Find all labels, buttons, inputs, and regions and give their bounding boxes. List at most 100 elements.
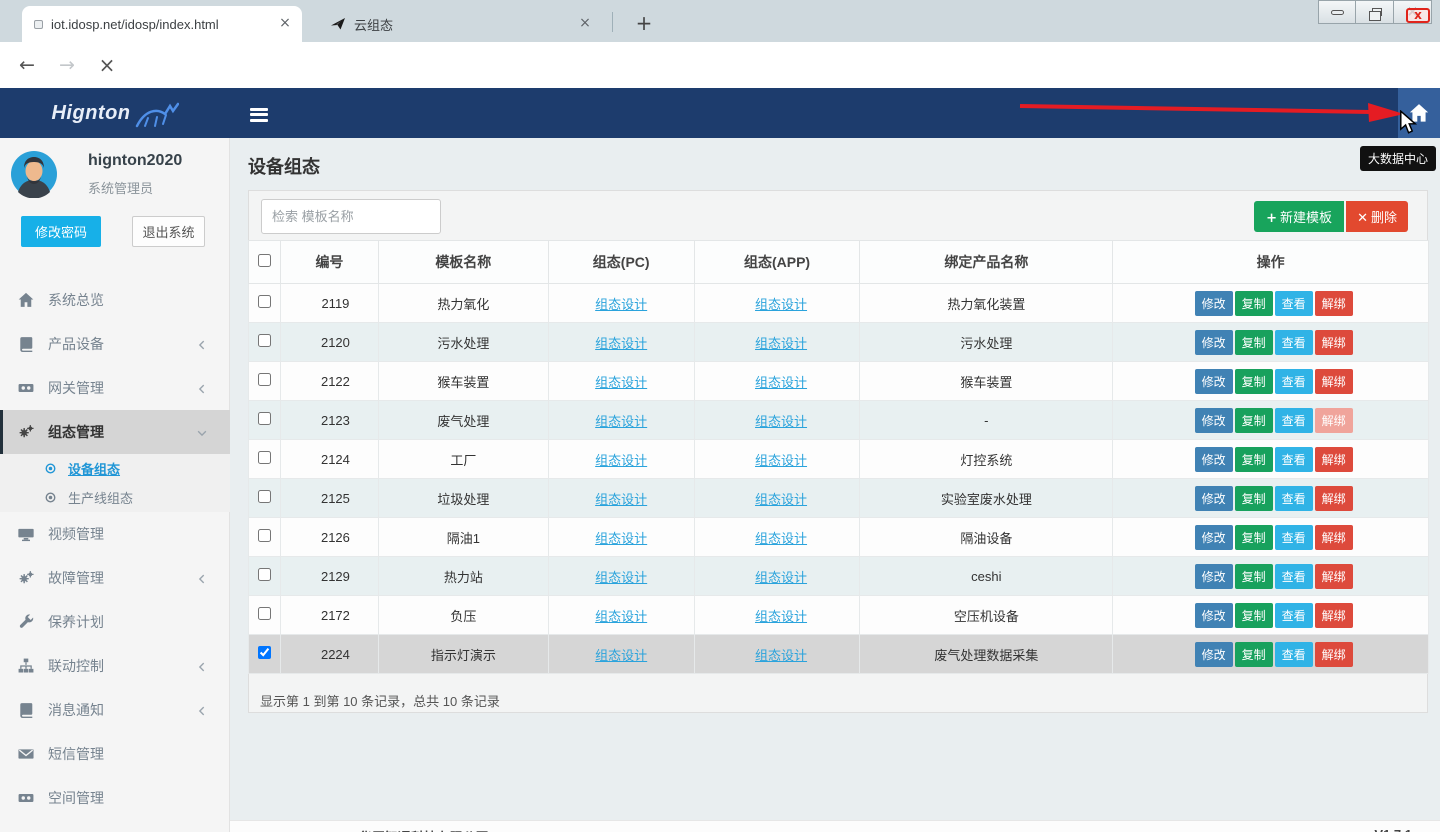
- row-checkbox[interactable]: [258, 295, 271, 308]
- copy-button[interactable]: 复制: [1235, 564, 1273, 589]
- copy-button[interactable]: 复制: [1235, 330, 1273, 355]
- pc-config-design-link[interactable]: 组态设计: [595, 609, 647, 624]
- row-checkbox[interactable]: [258, 529, 271, 542]
- app-config-design-link[interactable]: 组态设计: [755, 570, 807, 585]
- edit-button[interactable]: 修改: [1195, 408, 1233, 433]
- row-checkbox[interactable]: [258, 490, 271, 503]
- view-button[interactable]: 查看: [1275, 369, 1313, 394]
- row-checkbox[interactable]: [258, 568, 271, 581]
- sidebar-item-linkage[interactable]: 联动控制: [0, 644, 230, 688]
- row-checkbox[interactable]: [258, 412, 271, 425]
- stop-loading-button[interactable]: ×: [92, 50, 122, 80]
- view-button[interactable]: 查看: [1275, 291, 1313, 316]
- copy-button[interactable]: 复制: [1235, 603, 1273, 628]
- row-checkbox[interactable]: [258, 646, 271, 659]
- unbind-button[interactable]: 解绑: [1315, 642, 1353, 667]
- sidebar-item-maintenance[interactable]: 保养计划: [0, 600, 230, 644]
- view-button[interactable]: 查看: [1275, 525, 1313, 550]
- pc-config-design-link[interactable]: 组态设计: [595, 648, 647, 663]
- view-button[interactable]: 查看: [1275, 408, 1313, 433]
- unbind-button[interactable]: 解绑: [1315, 447, 1353, 472]
- copy-button[interactable]: 复制: [1235, 369, 1273, 394]
- edit-button[interactable]: 修改: [1195, 525, 1233, 550]
- row-checkbox[interactable]: [258, 373, 271, 386]
- app-config-design-link[interactable]: 组态设计: [755, 375, 807, 390]
- delete-button[interactable]: ✕删除: [1346, 201, 1408, 232]
- pc-config-design-link[interactable]: 组态设计: [595, 453, 647, 468]
- search-input[interactable]: [261, 199, 441, 234]
- copy-button[interactable]: 复制: [1235, 408, 1273, 433]
- edit-button[interactable]: 修改: [1195, 369, 1233, 394]
- pc-config-design-link[interactable]: 组态设计: [595, 570, 647, 585]
- browser-tab-inactive[interactable]: 云组态 ×: [318, 6, 602, 42]
- sidebar-item-overview[interactable]: 系统总览: [0, 278, 230, 322]
- pc-config-design-link[interactable]: 组态设计: [595, 531, 647, 546]
- unbind-button[interactable]: 解绑: [1315, 486, 1353, 511]
- sidebar-toggle-button[interactable]: [244, 102, 274, 124]
- copy-button[interactable]: 复制: [1235, 447, 1273, 472]
- sidebar-subitem-device-config[interactable]: 设备组态: [0, 454, 230, 483]
- copy-button[interactable]: 复制: [1235, 642, 1273, 667]
- copy-button[interactable]: 复制: [1235, 486, 1273, 511]
- app-config-design-link[interactable]: 组态设计: [755, 492, 807, 507]
- view-button[interactable]: 查看: [1275, 447, 1313, 472]
- tab-close-icon[interactable]: ×: [576, 15, 594, 33]
- app-config-design-link[interactable]: 组态设计: [755, 414, 807, 429]
- row-checkbox[interactable]: [258, 451, 271, 464]
- view-button[interactable]: 查看: [1275, 564, 1313, 589]
- pc-config-design-link[interactable]: 组态设计: [595, 297, 647, 312]
- sidebar-subitem-line-config[interactable]: 生产线组态: [0, 483, 230, 512]
- window-minimize-button[interactable]: [1318, 0, 1356, 24]
- bigdata-home-button[interactable]: [1398, 88, 1440, 138]
- edit-button[interactable]: 修改: [1195, 291, 1233, 316]
- pc-config-design-link[interactable]: 组态设计: [595, 336, 647, 351]
- new-template-button[interactable]: +新建模板: [1254, 201, 1344, 232]
- window-close-button[interactable]: × x: [1394, 0, 1432, 24]
- tab-close-icon[interactable]: ×: [276, 15, 294, 33]
- window-restore-button[interactable]: [1356, 0, 1394, 24]
- pc-config-design-link[interactable]: 组态设计: [595, 414, 647, 429]
- copy-button[interactable]: 复制: [1235, 525, 1273, 550]
- sidebar-item-space[interactable]: 空间管理: [0, 776, 230, 820]
- unbind-button[interactable]: 解绑: [1315, 603, 1353, 628]
- change-password-button[interactable]: 修改密码: [21, 216, 101, 247]
- pc-config-design-link[interactable]: 组态设计: [595, 492, 647, 507]
- edit-button[interactable]: 修改: [1195, 564, 1233, 589]
- view-button[interactable]: 查看: [1275, 486, 1313, 511]
- view-button[interactable]: 查看: [1275, 603, 1313, 628]
- unbind-button[interactable]: 解绑: [1315, 330, 1353, 355]
- row-checkbox[interactable]: [258, 607, 271, 620]
- logout-button[interactable]: 退出系统: [132, 216, 205, 247]
- app-config-design-link[interactable]: 组态设计: [755, 531, 807, 546]
- new-tab-button[interactable]: +: [630, 10, 658, 38]
- forward-button[interactable]: →: [52, 50, 82, 80]
- view-button[interactable]: 查看: [1275, 642, 1313, 667]
- unbind-button[interactable]: 解绑: [1315, 291, 1353, 316]
- unbind-button[interactable]: 解绑: [1315, 408, 1353, 433]
- row-checkbox[interactable]: [258, 334, 271, 347]
- sidebar-item-faults[interactable]: 故障管理: [0, 556, 230, 600]
- edit-button[interactable]: 修改: [1195, 330, 1233, 355]
- pc-config-design-link[interactable]: 组态设计: [595, 375, 647, 390]
- browser-tab-active[interactable]: iot.idosp.net/idosp/index.html ×: [22, 6, 302, 42]
- select-all-checkbox[interactable]: [258, 254, 271, 267]
- edit-button[interactable]: 修改: [1195, 603, 1233, 628]
- back-button[interactable]: ←: [12, 50, 42, 80]
- unbind-button[interactable]: 解绑: [1315, 369, 1353, 394]
- sidebar-item-sms[interactable]: 短信管理: [0, 732, 230, 776]
- edit-button[interactable]: 修改: [1195, 447, 1233, 472]
- unbind-button[interactable]: 解绑: [1315, 564, 1353, 589]
- copy-button[interactable]: 复制: [1235, 291, 1273, 316]
- edit-button[interactable]: 修改: [1195, 486, 1233, 511]
- app-config-design-link[interactable]: 组态设计: [755, 336, 807, 351]
- sidebar-item-video[interactable]: 视频管理: [0, 512, 230, 556]
- view-button[interactable]: 查看: [1275, 330, 1313, 355]
- sidebar-item-messages[interactable]: 消息通知: [0, 688, 230, 732]
- edit-button[interactable]: 修改: [1195, 642, 1233, 667]
- app-config-design-link[interactable]: 组态设计: [755, 609, 807, 624]
- unbind-button[interactable]: 解绑: [1315, 525, 1353, 550]
- app-config-design-link[interactable]: 组态设计: [755, 648, 807, 663]
- sidebar-item-gateways[interactable]: 网关管理: [0, 366, 230, 410]
- sidebar-item-configuration[interactable]: 组态管理: [0, 410, 230, 454]
- app-config-design-link[interactable]: 组态设计: [755, 297, 807, 312]
